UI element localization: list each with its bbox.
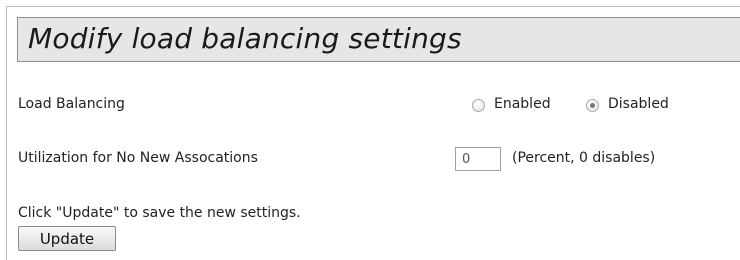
load-balancing-disabled-label[interactable]: Disabled: [608, 96, 669, 112]
utilization-input[interactable]: [455, 147, 501, 171]
page-title: Modify load balancing settings: [28, 22, 462, 55]
load-balancing-disabled-radio[interactable]: [586, 99, 599, 112]
load-balancing-enabled-radio[interactable]: [472, 99, 485, 112]
load-balancing-label: Load Balancing: [18, 96, 125, 112]
title-bar: Modify load balancing settings: [17, 17, 740, 62]
load-balancing-enabled-label[interactable]: Enabled: [494, 96, 551, 112]
utilization-hint: (Percent, 0 disables): [512, 150, 656, 166]
update-button[interactable]: Update: [18, 226, 116, 251]
instructions-text: Click "Update" to save the new settings.: [18, 205, 301, 221]
utilization-label: Utilization for No New Assocations: [18, 150, 258, 166]
